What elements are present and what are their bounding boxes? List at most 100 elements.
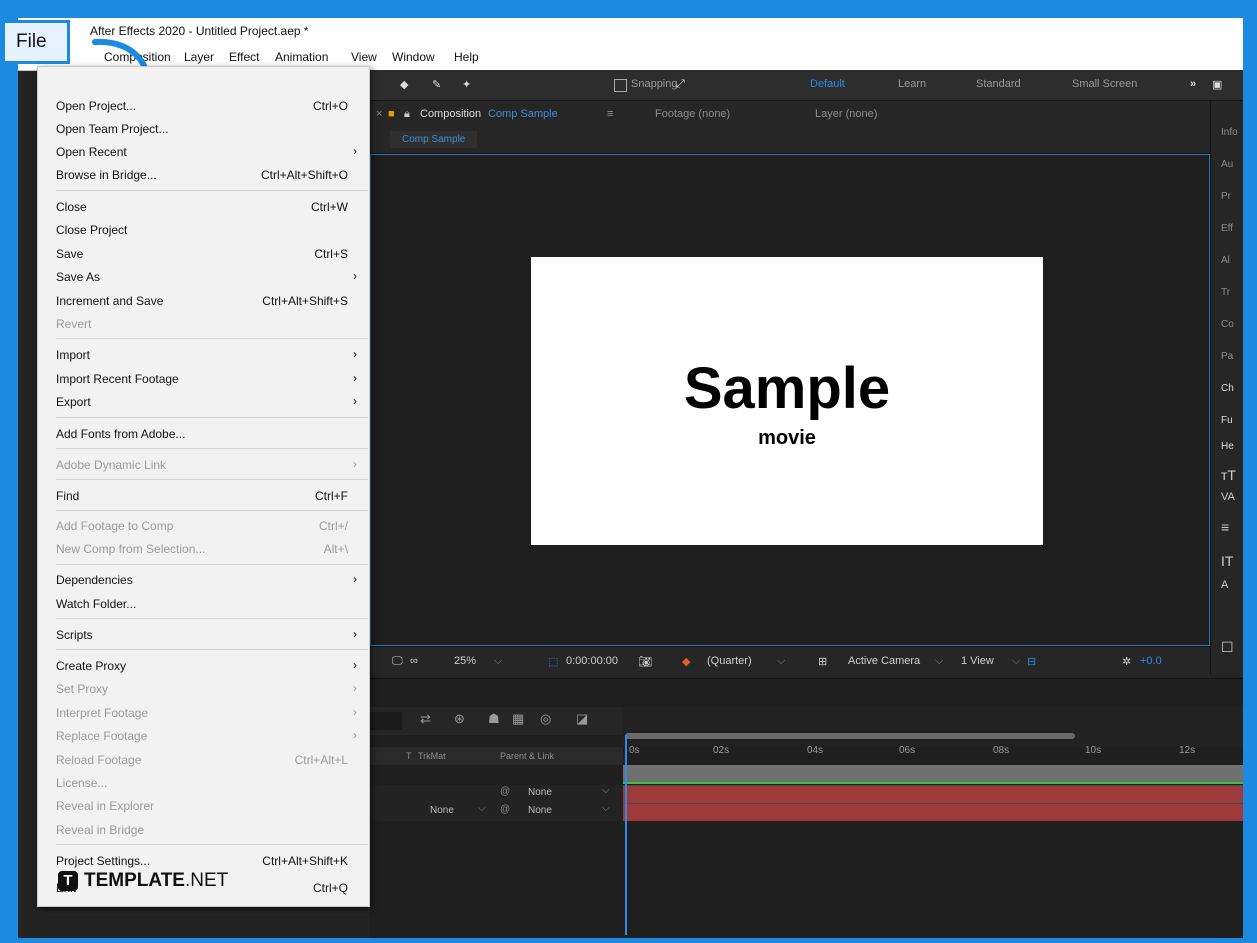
composition-viewer[interactable]: Sample movie <box>370 154 1210 646</box>
tab-layer[interactable]: Layer (none) <box>815 108 877 120</box>
parent-select[interactable]: None <box>528 787 552 798</box>
view-layout-select[interactable]: 1 View <box>961 655 994 667</box>
exposure-value[interactable]: +0.0 <box>1140 655 1162 667</box>
time-ruler[interactable]: 0s 02s 04s 06s 08s 10s 12s <box>623 707 1243 756</box>
menu-item-open-team-project[interactable]: Open Team Project... <box>38 118 369 140</box>
tab-composition-prefix[interactable]: Composition <box>420 108 481 120</box>
lock-icon[interactable]: 🔒︎ <box>404 108 410 121</box>
motion-blur-icon[interactable]: ◎ <box>540 711 551 727</box>
menu-item-increment-and-save[interactable]: Increment and Save Ctrl+Alt+Shift+S <box>38 290 369 312</box>
comp-breadcrumb[interactable]: Comp Sample <box>390 131 478 148</box>
monitor-icon[interactable]: 🖵︎ <box>392 655 403 668</box>
menu-item-close-project[interactable]: Close Project <box>38 219 369 241</box>
tab-footage[interactable]: Footage (none) <box>655 108 730 120</box>
menu-item-import-recent-footage[interactable]: Import Recent Footage › <box>38 368 369 390</box>
parent-select[interactable]: None <box>528 805 552 816</box>
menu-item-add-fonts-from-adobe[interactable]: Add Fonts from Adobe... <box>38 423 369 445</box>
workspace-default[interactable]: Default <box>810 78 845 90</box>
tab-audio[interactable]: Au <box>1221 159 1233 170</box>
tab-tracker[interactable]: Tr <box>1221 287 1230 298</box>
eraser-tool-icon[interactable]: ◆ <box>400 78 408 91</box>
faux-style-checkbox[interactable]: ☐ <box>1221 639 1234 656</box>
layer-bar[interactable] <box>623 785 1243 803</box>
close-icon[interactable]: × <box>376 108 382 120</box>
chevron-right-icon: › <box>353 457 357 471</box>
menu-item-find[interactable]: Find Ctrl+F <box>38 485 369 507</box>
region-icon[interactable]: ⬚ <box>548 655 558 668</box>
font-style-field[interactable]: He <box>1221 441 1234 452</box>
snapping-checkbox[interactable] <box>614 79 627 92</box>
menu-layer[interactable]: Layer <box>184 50 214 64</box>
menu-divider <box>56 479 368 480</box>
shy-layers-icon[interactable]: ☗ <box>488 711 500 727</box>
menu-item-export[interactable]: Export › <box>38 391 369 413</box>
reset-exposure-icon[interactable]: ✲ <box>1122 655 1131 668</box>
view-chevron-down-icon[interactable]: ⌵ <box>1012 655 1020 668</box>
menu-item-watch-folder[interactable]: Watch Folder... <box>38 593 369 615</box>
tab-effects[interactable]: Eff <box>1221 223 1233 234</box>
tab-info[interactable]: Info <box>1221 127 1238 138</box>
resolution-select[interactable]: (Quarter) <box>707 655 752 667</box>
more-workspaces-button[interactable]: » <box>1190 78 1196 90</box>
color-channel-icon[interactable]: ◆ <box>682 655 690 668</box>
tab-align[interactable]: Al <box>1221 255 1230 266</box>
comp-flowchart-icon[interactable]: ⇄ <box>420 711 431 727</box>
timeline-search-input[interactable] <box>370 712 402 730</box>
menu-item-save[interactable]: Save Ctrl+S <box>38 243 369 265</box>
puppet-pin-icon[interactable]: ✦ <box>462 78 471 91</box>
workspace-standard[interactable]: Standard <box>976 78 1021 90</box>
table-row[interactable]: None ⌵ @ None ⌵ <box>370 803 623 821</box>
menu-animation[interactable]: Animation <box>275 50 328 64</box>
playhead[interactable] <box>625 735 627 935</box>
mask-icon[interactable]: ∞ <box>410 655 418 667</box>
tab-preview[interactable]: Pr <box>1221 191 1231 202</box>
zoom-chevron-down-icon[interactable]: ⌵ <box>494 655 502 668</box>
menu-item-save-as[interactable]: Save As › <box>38 266 369 288</box>
timecode-display[interactable]: 0:00:00:00 <box>566 655 618 667</box>
parent-chevron-down-icon[interactable]: ⌵ <box>602 785 610 796</box>
camera-select[interactable]: Active Camera <box>848 655 920 667</box>
tab-menu-icon[interactable]: ≡ <box>607 108 613 120</box>
graph-editor-icon[interactable]: ◪ <box>576 711 588 727</box>
menu-item-scripts[interactable]: Scripts › <box>38 624 369 646</box>
roto-brush-icon[interactable]: ✎ <box>432 78 441 91</box>
zoom-select[interactable]: 25% <box>454 655 476 667</box>
tab-composition-name[interactable]: Comp Sample <box>488 108 558 120</box>
workspace-learn[interactable]: Learn <box>898 78 926 90</box>
draft-3d-icon[interactable]: ⊛ <box>454 711 465 727</box>
trkmat-chevron-down-icon[interactable]: ⌵ <box>478 803 486 814</box>
workspace-small-screen[interactable]: Small Screen <box>1072 78 1137 90</box>
snap-icon[interactable]: ⤢ <box>676 78 685 91</box>
camera-chevron-down-icon[interactable]: ⌵ <box>935 655 943 668</box>
menu-file[interactable]: File <box>2 20 70 64</box>
menu-item-open-recent[interactable]: Open Recent › <box>38 141 369 163</box>
table-row[interactable]: @ None ⌵ <box>370 785 623 803</box>
font-family-field[interactable]: Fu <box>1221 415 1233 426</box>
menu-item-browse-in-bridge[interactable]: Browse in Bridge... Ctrl+Alt+Shift+O <box>38 164 369 186</box>
resolution-chevron-down-icon[interactable]: ⌵ <box>777 655 785 668</box>
parent-chevron-down-icon[interactable]: ⌵ <box>602 803 610 814</box>
menu-item-open-project[interactable]: Open Project... Ctrl+O <box>38 95 369 117</box>
tab-paragraph[interactable]: Pa <box>1221 351 1233 362</box>
menu-item-project-settings[interactable]: Project Settings... Ctrl+Alt+Shift+K <box>38 850 369 872</box>
layer-bar[interactable] <box>623 803 1243 821</box>
trkmat-select[interactable]: None <box>430 805 454 816</box>
pixel-aspect-icon[interactable]: ⊟ <box>1027 655 1036 668</box>
pickwhip-icon[interactable]: @ <box>500 804 510 815</box>
frame-blending-icon[interactable]: ▦ <box>512 711 524 727</box>
menu-item-create-proxy[interactable]: Create Proxy › <box>38 655 369 677</box>
menu-view[interactable]: View <box>351 50 377 64</box>
tab-character[interactable]: Ch <box>1221 383 1234 394</box>
panel-icon[interactable]: ▣ <box>1212 78 1222 91</box>
menu-item-close[interactable]: Close Ctrl+W <box>38 196 369 218</box>
transparency-grid-icon[interactable]: ⊞ <box>818 655 827 668</box>
menu-effect[interactable]: Effect <box>229 50 259 64</box>
pickwhip-icon[interactable]: @ <box>500 786 510 797</box>
menu-item-dependencies[interactable]: Dependencies › <box>38 569 369 591</box>
tab-content[interactable]: Co <box>1221 319 1234 330</box>
work-area-bar[interactable] <box>625 733 1075 739</box>
camera-snapshot-icon[interactable]: 📷︎ <box>638 655 652 668</box>
menu-help[interactable]: Help <box>454 50 479 64</box>
menu-item-import[interactable]: Import › <box>38 344 369 366</box>
menu-window[interactable]: Window <box>392 50 435 64</box>
